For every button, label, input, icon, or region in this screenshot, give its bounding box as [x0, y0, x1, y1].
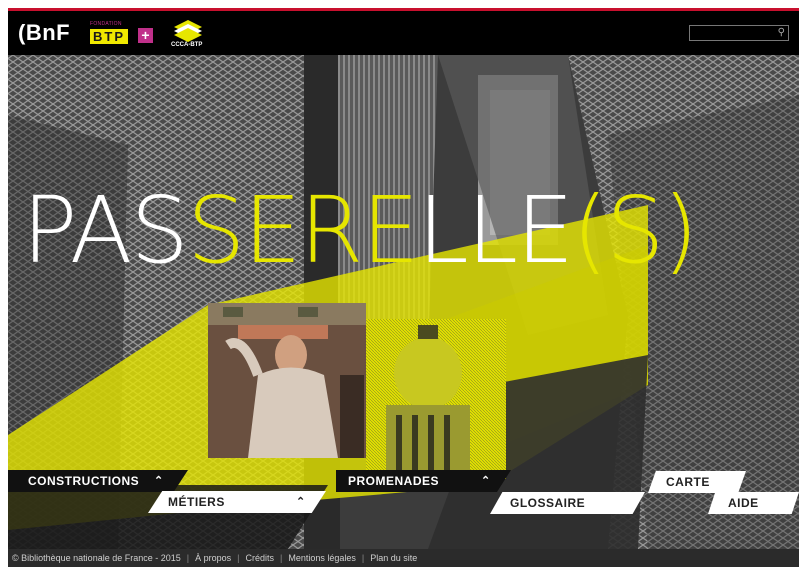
title-part-4: (S) [572, 177, 698, 284]
fondation-btp-logo-small-text: FONDATION [90, 21, 122, 27]
bnf-logo[interactable]: (BnF [18, 20, 70, 46]
caryatid-photo [208, 303, 366, 458]
legal-notice-link[interactable]: Mentions légales [288, 549, 356, 567]
title-part-3: LLE [417, 177, 575, 284]
aide-button[interactable]: AIDE [708, 492, 799, 514]
copyright-text: © Bibliothèque nationale de France - 201… [12, 553, 181, 563]
title-part-2: SERE [186, 177, 420, 284]
ccca-btp-logo-text: CCCA-BTP [171, 42, 203, 48]
promenades-label: PROMENADES [348, 474, 440, 488]
title-part-1: PAS [22, 177, 189, 284]
aide-label: AIDE [728, 496, 759, 510]
search-icon[interactable]: ⚲ [778, 27, 785, 38]
footer-separator: | [186, 553, 190, 563]
glossaire-label: GLOSSAIRE [510, 496, 586, 510]
header-bar: (BnF FONDATION BTP + CCCA-BTP ⚲ [8, 11, 799, 55]
ccca-btp-logo[interactable]: CCCA-BTP [168, 17, 208, 53]
chevron-up-icon: ⌃ [154, 475, 164, 487]
hero-section: PASSERELLE(S) CONSTRUCTIONS ⌃ MÉTIERS ⌃ … [8, 55, 799, 549]
promenades-button[interactable]: PROMENADES ⌃ [336, 470, 511, 492]
footer-bar: © Bibliothèque nationale de France - 201… [8, 549, 799, 567]
footer-separator: | [279, 553, 283, 563]
dome-photo [366, 319, 506, 479]
page-frame: (BnF FONDATION BTP + CCCA-BTP ⚲ PASSEREL… [8, 8, 799, 567]
about-link[interactable]: À propos [195, 549, 231, 567]
glossaire-button[interactable]: GLOSSAIRE [490, 492, 645, 514]
carte-label: CARTE [666, 475, 710, 489]
chevron-up-icon: ⌃ [296, 496, 306, 508]
sitemap-link[interactable]: Plan du site [370, 549, 417, 567]
footer-separator: | [361, 553, 365, 563]
credits-link[interactable]: Crédits [245, 549, 274, 567]
constructions-label: CONSTRUCTIONS [28, 474, 140, 488]
constructions-button[interactable]: CONSTRUCTIONS ⌃ [8, 470, 188, 492]
footer-separator: | [237, 553, 240, 563]
site-title: PASSERELLE(S) [22, 185, 698, 277]
metiers-label: MÉTIERS [168, 495, 225, 509]
carte-button[interactable]: CARTE [648, 471, 746, 493]
btp-logo-text: BTP [90, 29, 128, 44]
metiers-button[interactable]: MÉTIERS ⌃ [148, 491, 326, 513]
btp-plus-icon: + [138, 28, 153, 43]
ccca-stack-icon [174, 20, 202, 42]
search-input[interactable] [689, 25, 789, 41]
chevron-up-icon: ⌃ [481, 475, 491, 487]
